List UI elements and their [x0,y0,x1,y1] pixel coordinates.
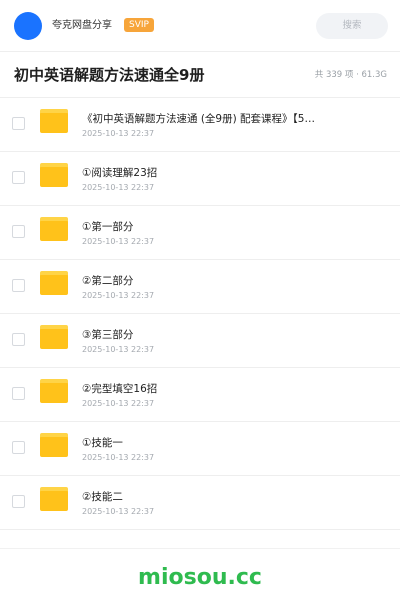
file-date: 2025-10-13 22:37 [82,399,155,408]
select-checkbox[interactable] [12,117,25,130]
file-name: 《初中英语解题方法速通 (全9册) 配套课程》【5… [82,113,315,125]
folder-icon [40,487,68,511]
folder-icon [40,325,68,349]
avatar[interactable] [14,12,42,40]
folder-icon [40,163,68,187]
file-date: 2025-10-13 22:37 [82,237,155,246]
folder-icon [40,379,68,403]
file-date: 2025-10-13 22:37 [82,453,155,462]
file-date: 2025-10-13 22:37 [82,507,155,516]
list-item[interactable]: ①技能一 2025-10-13 22:37 [0,422,400,476]
select-checkbox[interactable] [12,279,25,292]
file-date: 2025-10-13 22:37 [82,291,155,300]
select-checkbox[interactable] [12,333,25,346]
file-name: ①阅读理解23招 [82,167,158,179]
folder-icon [40,433,68,457]
select-checkbox[interactable] [12,171,25,184]
folder-icon [40,109,68,133]
list-item[interactable]: ②第二部分 2025-10-13 22:37 [0,260,400,314]
file-name: ②技能二 [82,491,123,503]
list-item[interactable]: ②技能二 2025-10-13 22:37 [0,476,400,530]
select-checkbox[interactable] [12,387,25,400]
file-date: 2025-10-13 22:37 [82,183,155,192]
list-item[interactable]: ①第一部分 2025-10-13 22:37 [0,206,400,260]
folder-icon [40,271,68,295]
share-header: 夸克网盘分享 SVIP 搜索 [0,0,400,52]
file-name: ②第二部分 [82,275,134,287]
file-name: ①技能一 [82,437,123,449]
folder-icon [40,217,68,241]
file-name: ②完型填空16招 [82,383,158,395]
folder-stats: 共 339 项 · 61.3G [314,70,387,80]
footer: miosou.cc [0,548,400,600]
file-date: 2025-10-13 22:37 [82,129,155,138]
sharer-name: 夸克网盘分享 [52,20,112,31]
file-date: 2025-10-13 22:37 [82,345,155,354]
select-checkbox[interactable] [12,225,25,238]
list-item[interactable]: ②完型填空16招 2025-10-13 22:37 [0,368,400,422]
search-input[interactable]: 搜索 [316,13,388,39]
file-name: ①第一部分 [82,221,134,233]
file-name: ③第三部分 [82,329,134,341]
list-item[interactable]: ③第三部分 2025-10-13 22:37 [0,314,400,368]
list-item[interactable]: ①阅读理解23招 2025-10-13 22:37 [0,152,400,206]
select-checkbox[interactable] [12,495,25,508]
folder-title-bar: 初中英语解题方法速通全9册 共 339 项 · 61.3G [0,52,400,98]
list-item[interactable]: 《初中英语解题方法速通 (全9册) 配套课程》【5… 2025-10-13 22… [0,98,400,152]
file-list: 《初中英语解题方法速通 (全9册) 配套课程》【5… 2025-10-13 22… [0,98,400,530]
svip-badge: SVIP [124,18,154,32]
select-checkbox[interactable] [12,441,25,454]
page-title: 初中英语解题方法速通全9册 [14,66,205,84]
watermark: miosou.cc [138,565,262,590]
